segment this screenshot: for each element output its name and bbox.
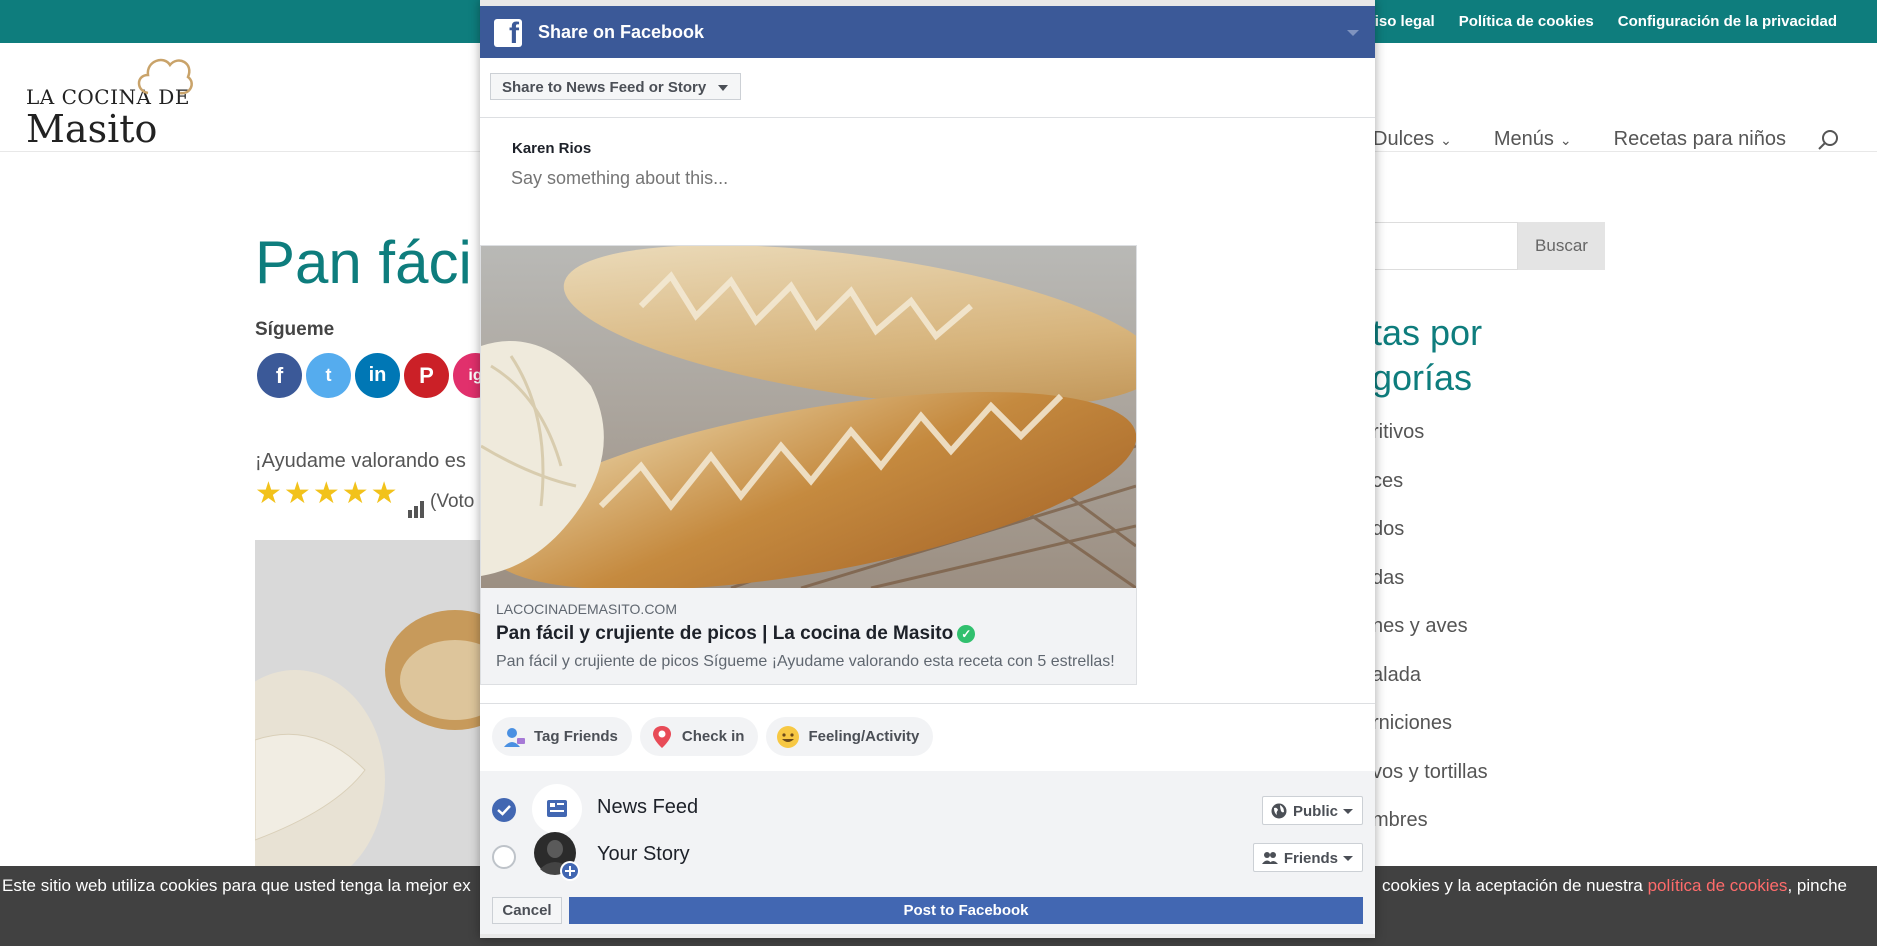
category-link[interactable]: dos bbox=[1372, 518, 1488, 567]
dialog-header: f Share on Facebook bbox=[480, 6, 1375, 58]
category-link[interactable]: ces bbox=[1372, 470, 1488, 519]
linkedin-icon[interactable]: in bbox=[355, 353, 400, 398]
nav-item-kids-recipes[interactable]: Recetas para niños bbox=[1614, 128, 1786, 151]
chef-hat-icon bbox=[137, 58, 193, 95]
category-link[interactable]: mbres bbox=[1372, 809, 1488, 858]
facebook-share-dialog: f Share on Facebook Share to News Feed o… bbox=[480, 0, 1375, 938]
cookie-text-right: cookies y la aceptación de nuestra polít… bbox=[1382, 876, 1847, 896]
news-feed-row[interactable]: News Feed Public bbox=[480, 784, 1375, 834]
site-logo[interactable]: LA COCINA DE Masito bbox=[26, 58, 193, 151]
friends-icon bbox=[1261, 852, 1278, 864]
card-title: Pan fácil y crujiente de picos | La coci… bbox=[496, 623, 976, 645]
share-destination-dropdown[interactable]: Share to News Feed or Story bbox=[490, 73, 742, 100]
your-story-row[interactable]: Your Story Friends bbox=[480, 831, 1375, 881]
news-feed-privacy-dropdown[interactable]: Public bbox=[1261, 796, 1363, 825]
main-nav: Dulces ⌄ Menús ⌄ Recetas para niños bbox=[1373, 128, 1786, 151]
nav-item-dulces[interactable]: Dulces ⌄ bbox=[1373, 128, 1452, 151]
category-link[interactable]: ritivos bbox=[1372, 421, 1488, 470]
location-pin-icon bbox=[650, 725, 674, 749]
feeling-activity-button[interactable]: Feeling/Activity bbox=[766, 717, 934, 756]
verified-check-icon: ✓ bbox=[957, 624, 976, 643]
rating-prompt: ¡Ayudame valorando es bbox=[255, 450, 466, 472]
preview-image bbox=[481, 246, 1136, 588]
nav-label: Dulces bbox=[1373, 128, 1435, 150]
dialog-bottom-strip bbox=[480, 934, 1375, 938]
privacy-label: Friends bbox=[1283, 850, 1338, 867]
card-description: Pan fácil y crujiente de picos Sígueme ¡… bbox=[496, 653, 1115, 670]
category-link[interactable]: vos y tortillas bbox=[1372, 761, 1488, 810]
dialog-title: Share on Facebook bbox=[538, 22, 705, 42]
cookie-policy-link[interactable]: Política de cookies bbox=[1459, 13, 1594, 30]
star-icon[interactable]: ★ bbox=[284, 478, 311, 510]
nav-label: Menús bbox=[1493, 128, 1554, 150]
nav-item-menus[interactable]: Menús ⌄ bbox=[1494, 128, 1572, 151]
card-title-text: Pan fácil y crujiente de picos | La coci… bbox=[496, 623, 954, 644]
sidebar-title-line: gorías bbox=[1372, 357, 1473, 398]
news-feed-label: News Feed bbox=[597, 796, 699, 818]
cookie-text-segment: cookies y la aceptación de nuestra bbox=[1382, 876, 1648, 895]
chevron-down-icon: ⌄ bbox=[1440, 132, 1452, 148]
privacy-label: Public bbox=[1292, 803, 1338, 820]
story-avatar bbox=[532, 831, 582, 881]
category-link[interactable]: nes y aves bbox=[1372, 615, 1488, 664]
twitter-icon[interactable]: t bbox=[306, 353, 351, 398]
post-to-facebook-button[interactable]: Post to Facebook bbox=[569, 897, 1363, 924]
facebook-logo-icon: f bbox=[494, 19, 522, 49]
pill-label: Tag Friends bbox=[534, 728, 618, 745]
pill-label: Check in bbox=[681, 728, 745, 745]
card-domain: LACOCINADEMASITO.COM bbox=[496, 601, 677, 617]
tag-friends-button[interactable]: Tag Friends bbox=[492, 717, 632, 756]
search-icon[interactable] bbox=[1817, 129, 1839, 151]
category-list: ritivos ces dos das nes y aves alada rni… bbox=[1372, 421, 1488, 858]
page-title: Pan fáci bbox=[255, 229, 472, 296]
privacy-settings-link[interactable]: Configuración de la privacidad bbox=[1618, 13, 1837, 30]
news-feed-checkbox[interactable] bbox=[492, 798, 516, 822]
your-story-label: Your Story bbox=[597, 843, 690, 865]
smiley-icon bbox=[776, 725, 800, 749]
category-link[interactable]: das bbox=[1372, 567, 1488, 616]
rating-stars[interactable]: ★ ★ ★ ★ ★ bbox=[255, 478, 398, 510]
sidebar-title: tas por gorías bbox=[1372, 310, 1482, 400]
your-story-checkbox[interactable] bbox=[492, 845, 516, 869]
news-feed-icon bbox=[532, 784, 582, 834]
star-icon[interactable]: ★ bbox=[313, 478, 340, 510]
divider bbox=[480, 703, 1375, 704]
nav-label: Recetas para niños bbox=[1613, 128, 1786, 150]
vote-count-label: (Voto bbox=[430, 491, 475, 512]
social-buttons: f t in P ig bbox=[257, 353, 498, 398]
cancel-button[interactable]: Cancel bbox=[492, 897, 562, 924]
user-name: Karen Rios bbox=[512, 140, 592, 157]
action-pills: Tag Friends Check in Feeling/Activity bbox=[492, 717, 934, 756]
divider bbox=[480, 117, 1375, 118]
link-preview-card[interactable]: LACOCINADEMASITO.COM Pan fácil y crujien… bbox=[480, 245, 1137, 685]
facebook-icon[interactable]: f bbox=[257, 353, 302, 398]
logo-line-2: Masito bbox=[26, 107, 158, 151]
cookie-text: Este sitio web utiliza cookies para que … bbox=[2, 876, 471, 895]
cookie-text-segment: , pinche bbox=[1787, 876, 1847, 895]
category-link[interactable]: alada bbox=[1372, 664, 1488, 713]
article-image bbox=[255, 540, 485, 870]
chevron-down-icon: ⌄ bbox=[1559, 132, 1572, 148]
top-links: Aviso legal Política de cookies Configur… bbox=[1356, 13, 1837, 30]
bar-chart-icon bbox=[408, 501, 424, 518]
sidebar-search-button[interactable]: Buscar bbox=[1518, 222, 1605, 270]
your-story-privacy-dropdown[interactable]: Friends bbox=[1252, 843, 1363, 872]
star-icon[interactable]: ★ bbox=[342, 478, 369, 510]
pill-label: Feeling/Activity bbox=[808, 728, 920, 745]
sidebar-title-line: tas por bbox=[1372, 312, 1483, 353]
star-icon[interactable]: ★ bbox=[371, 478, 398, 510]
cookie-policy-inline-link[interactable]: política de cookies bbox=[1648, 876, 1788, 895]
compose-input[interactable] bbox=[511, 168, 1111, 189]
check-in-button[interactable]: Check in bbox=[639, 717, 759, 756]
header-caret-icon[interactable] bbox=[1347, 30, 1359, 36]
follow-label: Sígueme bbox=[255, 319, 335, 340]
tag-friends-icon bbox=[502, 725, 526, 749]
globe-icon bbox=[1271, 803, 1287, 819]
star-icon[interactable]: ★ bbox=[255, 478, 282, 510]
pinterest-icon[interactable]: P bbox=[404, 353, 449, 398]
category-link[interactable]: rniciones bbox=[1372, 712, 1488, 761]
